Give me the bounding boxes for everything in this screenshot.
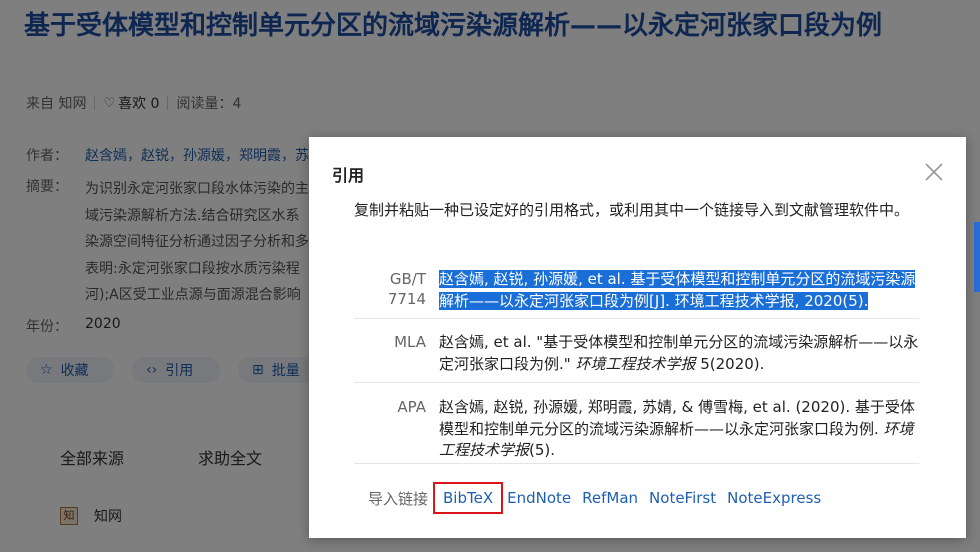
dialog-instruction: 复制并粘贴一种已设定好的引用格式，或利用其中一个链接导入到文献管理软件中。: [354, 201, 910, 219]
citation-text-gbt[interactable]: 赵含嫣, 赵锐, 孙源媛, et al. 基于受体模型和控制单元分区的流域污染源…: [439, 269, 919, 318]
citation-text-part: 赵含嫣, 赵锐, 孙源媛, 郑明霞, 苏婧, & 傅雪梅, et al. (20…: [439, 398, 915, 438]
import-links: 导入链接 BibTeX EndNote RefMan NoteFirst Not…: [368, 482, 832, 514]
journal-name: 环境工程技术学报: [575, 354, 696, 373]
citation-format-label: GB/T 7714: [387, 270, 426, 308]
citation-text-part: (5).: [529, 441, 556, 459]
notefirst-link[interactable]: NoteFirst: [649, 489, 716, 507]
import-label: 导入链接: [368, 489, 429, 508]
cite-dialog: 引用 复制并粘贴一种已设定好的引用格式，或利用其中一个链接导入到文献管理软件中。…: [309, 137, 966, 538]
selected-text: 赵含嫣, 赵锐, 孙源媛, et al. 基于受体模型和控制单元分区的流域污染源…: [439, 270, 916, 310]
refman-link[interactable]: RefMan: [582, 489, 638, 507]
citation-format-label: MLA: [394, 333, 426, 351]
endnote-link[interactable]: EndNote: [507, 489, 571, 507]
citation-table: GB/T 7714 赵含嫣, 赵锐, 孙源媛, et al. 基于受体模型和控制…: [354, 255, 919, 464]
noteexpress-link[interactable]: NoteExpress: [727, 489, 821, 507]
citation-format-label: APA: [397, 398, 426, 416]
citation-row-mla: MLA 赵含嫣, et al. "基于受体模型和控制单元分区的流域污染源解析——…: [354, 319, 919, 383]
citation-row-apa: APA 赵含嫣, 赵锐, 孙源媛, 郑明霞, 苏婧, & 傅雪梅, et al.…: [354, 383, 919, 464]
bibtex-link[interactable]: BibTeX: [433, 482, 504, 514]
side-float-tab[interactable]: [974, 222, 980, 292]
close-icon[interactable]: [923, 161, 945, 183]
citation-text-mla[interactable]: 赵含嫣, et al. "基于受体模型和控制单元分区的流域污染源解析——以永定河…: [439, 332, 919, 382]
dialog-title: 引用: [332, 166, 365, 185]
citation-text-part: 5(2020).: [695, 354, 765, 373]
citation-row-gbt: GB/T 7714 赵含嫣, 赵锐, 孙源媛, et al. 基于受体模型和控制…: [354, 255, 919, 319]
citation-text-apa[interactable]: 赵含嫣, 赵锐, 孙源媛, 郑明霞, 苏婧, & 傅雪梅, et al. (20…: [439, 397, 919, 463]
